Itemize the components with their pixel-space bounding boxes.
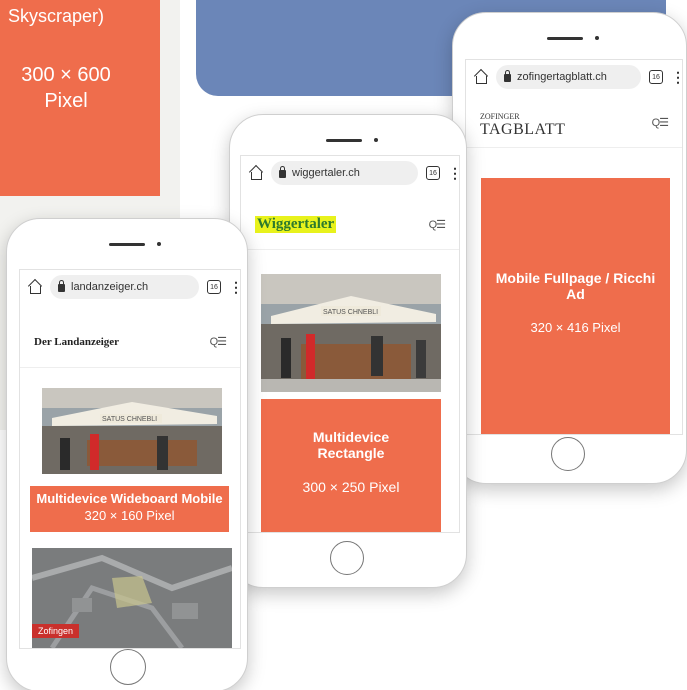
- site-logo[interactable]: ZOFINGER TAGBLATT: [480, 110, 566, 138]
- market-photo: SATUS CHNEBLI: [261, 274, 441, 392]
- phone-camera: [157, 242, 161, 246]
- map-image: Zofingen: [32, 548, 232, 648]
- phone-left-screen: landanzeiger.ch 16 ⋮ Der Landanzeiger Q☰…: [19, 269, 241, 649]
- phone-speaker: [547, 37, 583, 40]
- home-icon[interactable]: [28, 280, 42, 294]
- tabs-icon[interactable]: 16: [207, 280, 221, 294]
- lock-icon: [504, 70, 511, 82]
- phone-speaker: [109, 243, 145, 246]
- site-header: Wiggertaler Q☰: [241, 200, 459, 250]
- url-field[interactable]: wiggertaler.ch: [271, 161, 418, 185]
- phone-middle-screen: wiggertaler.ch 16 ⋮ Wiggertaler Q☰ SATUS…: [240, 155, 460, 533]
- browser-url-bar: landanzeiger.ch 16 ⋮: [20, 270, 240, 304]
- tabs-icon[interactable]: 16: [426, 166, 440, 180]
- home-button[interactable]: [551, 437, 585, 471]
- ad-size: 300 × 250 Pixel: [302, 479, 400, 495]
- phone-right: zofingertagblatt.ch 16 ⋮ ZOFINGER TAGBLA…: [452, 12, 687, 484]
- home-button[interactable]: [330, 541, 364, 575]
- map-location-tag[interactable]: Zofingen: [32, 624, 80, 638]
- phone-camera: [374, 138, 378, 142]
- phone-camera: [595, 36, 599, 40]
- phone-left: landanzeiger.ch 16 ⋮ Der Landanzeiger Q☰…: [6, 218, 248, 690]
- menu-icon[interactable]: ⋮: [448, 166, 459, 180]
- fullpage-ad[interactable]: Mobile Fullpage / Ricchi Ad 320 × 416 Pi…: [481, 178, 670, 434]
- wideboard-ad[interactable]: Multidevice Wideboard Mobile 320 × 160 P…: [30, 486, 229, 532]
- market-photo-image: SATUS CHNEBLI: [42, 388, 222, 474]
- rectangle-ad[interactable]: Multidevice Rectangle 300 × 250 Pixel: [261, 399, 441, 532]
- phone-middle: wiggertaler.ch 16 ⋮ Wiggertaler Q☰ SATUS…: [229, 114, 467, 588]
- phone-speaker: [326, 139, 362, 142]
- home-icon[interactable]: [474, 70, 488, 84]
- phone-right-screen: zofingertagblatt.ch 16 ⋮ ZOFINGER TAGBLA…: [465, 59, 683, 435]
- ad-title: Mobile Fullpage / Ricchi Ad: [495, 270, 656, 302]
- home-icon[interactable]: [249, 166, 263, 180]
- search-menu-icon[interactable]: Q☰: [652, 116, 669, 129]
- home-button[interactable]: [110, 649, 146, 685]
- tabs-icon[interactable]: 16: [649, 70, 663, 84]
- skyscraper-label: Skyscraper): [8, 6, 105, 26]
- ad-size: 320 × 416 Pixel: [530, 320, 621, 335]
- search-menu-icon[interactable]: Q☰: [210, 335, 227, 348]
- url-text: wiggertaler.ch: [292, 167, 360, 179]
- url-text: zofingertagblatt.ch: [517, 71, 607, 83]
- ad-title: Multidevice Wideboard Mobile: [36, 491, 223, 506]
- skyscraper-size: 300 × 600 Pixel: [21, 64, 111, 112]
- site-header: Der Landanzeiger Q☰: [20, 316, 240, 368]
- photo-banner-text: SATUS CHNEBLI: [323, 309, 378, 316]
- wideboard-ad-text: Multidevice Wideboard Mobile 320 × 160 P…: [30, 490, 229, 524]
- lock-icon: [279, 166, 286, 178]
- site-logo-main: TAGBLATT: [480, 120, 566, 138]
- market-photo: SATUS CHNEBLI: [42, 388, 222, 474]
- url-field[interactable]: landanzeiger.ch: [50, 275, 199, 299]
- ad-title: Multidevice Rectangle: [312, 429, 390, 461]
- menu-icon[interactable]: ⋮: [229, 280, 240, 294]
- photo-banner-text: SATUS CHNEBLI: [102, 416, 157, 423]
- skyscraper-ad: Skyscraper) 300 × 600 Pixel: [0, 0, 160, 196]
- ad-size: 320 × 160 Pixel: [84, 508, 175, 523]
- menu-icon[interactable]: ⋮: [671, 70, 682, 84]
- stage: Skyscraper) 300 × 600 Pixel zofingertagb…: [0, 0, 687, 690]
- url-field[interactable]: zofingertagblatt.ch: [496, 65, 641, 89]
- url-text: landanzeiger.ch: [71, 281, 149, 293]
- search-menu-icon[interactable]: Q☰: [429, 218, 446, 231]
- market-photo-image: SATUS CHNEBLI: [261, 274, 441, 392]
- site-logo[interactable]: Wiggertaler: [255, 216, 337, 233]
- browser-url-bar: wiggertaler.ch 16 ⋮: [241, 156, 459, 190]
- lock-icon: [58, 280, 65, 292]
- site-logo[interactable]: Der Landanzeiger: [34, 336, 119, 348]
- site-header: ZOFINGER TAGBLATT Q☰: [466, 98, 682, 148]
- browser-url-bar: zofingertagblatt.ch 16 ⋮: [466, 60, 682, 94]
